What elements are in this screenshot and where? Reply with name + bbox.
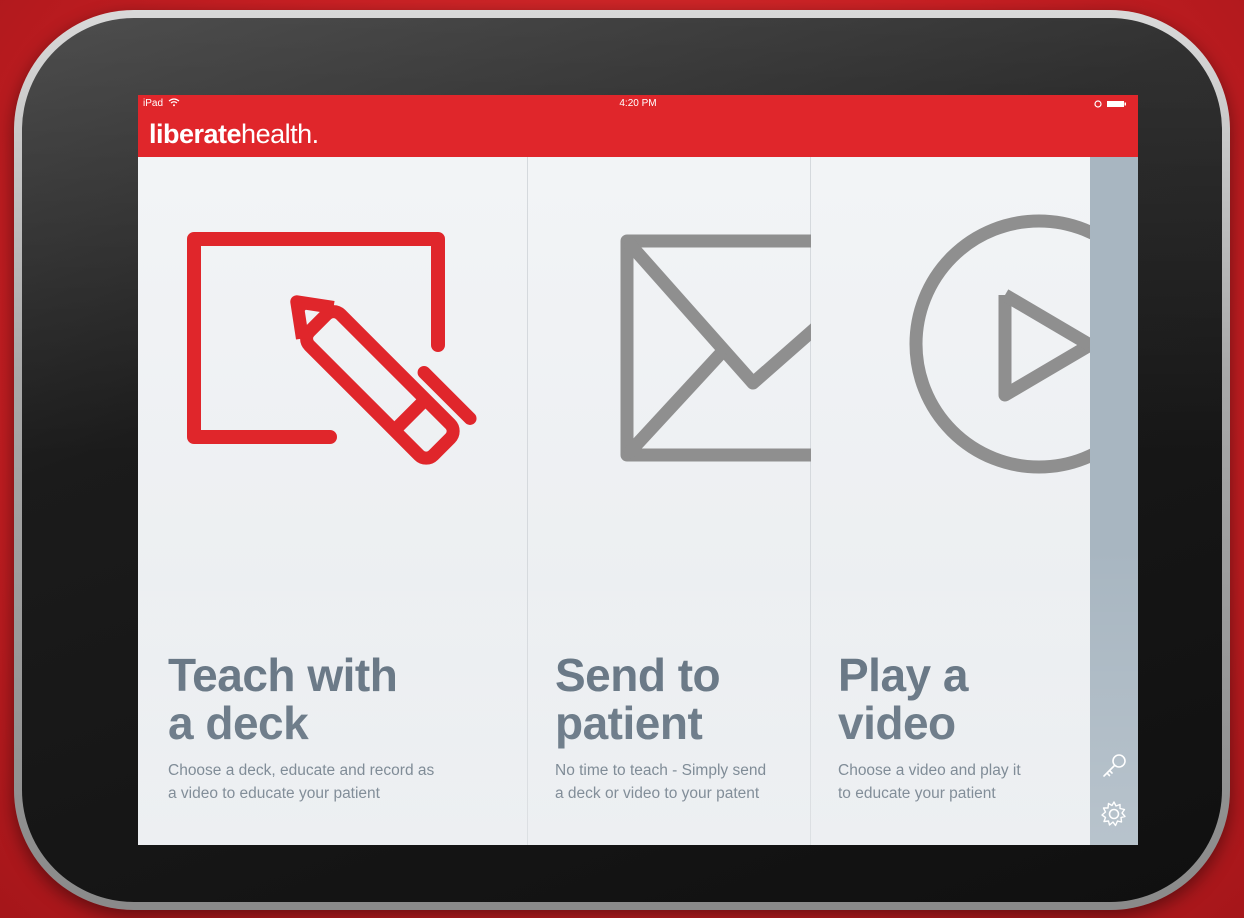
gear-icon[interactable] xyxy=(1099,799,1129,829)
card-title-line: a deck xyxy=(168,697,309,749)
card-title-line: Play a xyxy=(838,649,969,701)
card-title: Teach with a deck xyxy=(168,649,398,749)
card-desc-line: to educate your patient xyxy=(838,785,996,802)
card-desc-line: a video to educate your patient xyxy=(168,785,380,802)
card-title: Send to patient xyxy=(555,649,721,749)
battery-icon xyxy=(1094,100,1126,108)
card-title-line: video xyxy=(838,697,956,749)
envelope-icon xyxy=(620,234,824,462)
app-header: iPad 4:20 PM liberatehealth. xyxy=(138,95,1138,157)
card-title-line: Teach with xyxy=(168,649,398,701)
wifi-icon xyxy=(168,98,180,107)
tools-sidebar xyxy=(1090,157,1138,845)
brand-logo-light: health. xyxy=(241,119,319,149)
play-circle-icon xyxy=(909,214,1138,474)
key-icon[interactable] xyxy=(1099,751,1129,781)
card-description: Choose a deck, educate and record as a v… xyxy=(168,759,434,805)
status-left: iPad xyxy=(143,95,180,113)
device-label: iPad xyxy=(143,98,164,109)
card-send-to-patient[interactable]: Send to patient No time to teach - Simpl… xyxy=(528,157,824,845)
card-description: No time to teach - Simply send a deck or… xyxy=(555,759,766,805)
card-desc-line: a deck or video to your patent xyxy=(555,785,760,802)
status-time: 4:20 PM xyxy=(619,98,657,109)
card-title: Play a video xyxy=(838,649,969,749)
brand-logo-bold: liberate xyxy=(149,119,242,149)
card-teach-with-deck[interactable]: Teach with a deck Choose a deck, educate… xyxy=(138,157,528,845)
card-desc-line: No time to teach - Simply send xyxy=(555,762,767,779)
status-bar: iPad 4:20 PM xyxy=(138,95,1138,113)
background: iPad 4:20 PM liberatehealth. Teach with … xyxy=(0,0,1244,918)
card-play-video[interactable]: Play a video Choose a video and play it … xyxy=(811,157,1138,845)
brand-logo: liberatehealth. xyxy=(149,119,319,150)
action-cards: Teach with a deck Choose a deck, educate… xyxy=(138,157,1138,845)
card-desc-line: Choose a deck, educate and record as xyxy=(168,762,435,779)
pencil-on-canvas-icon xyxy=(187,232,477,465)
card-description: Choose a video and play it to educate yo… xyxy=(838,759,1021,805)
card-desc-line: Choose a video and play it xyxy=(838,762,1021,779)
card-title-line: Send to xyxy=(555,649,721,701)
card-title-line: patient xyxy=(555,697,703,749)
app-screen: iPad 4:20 PM liberatehealth. Teach with … xyxy=(138,95,1138,845)
